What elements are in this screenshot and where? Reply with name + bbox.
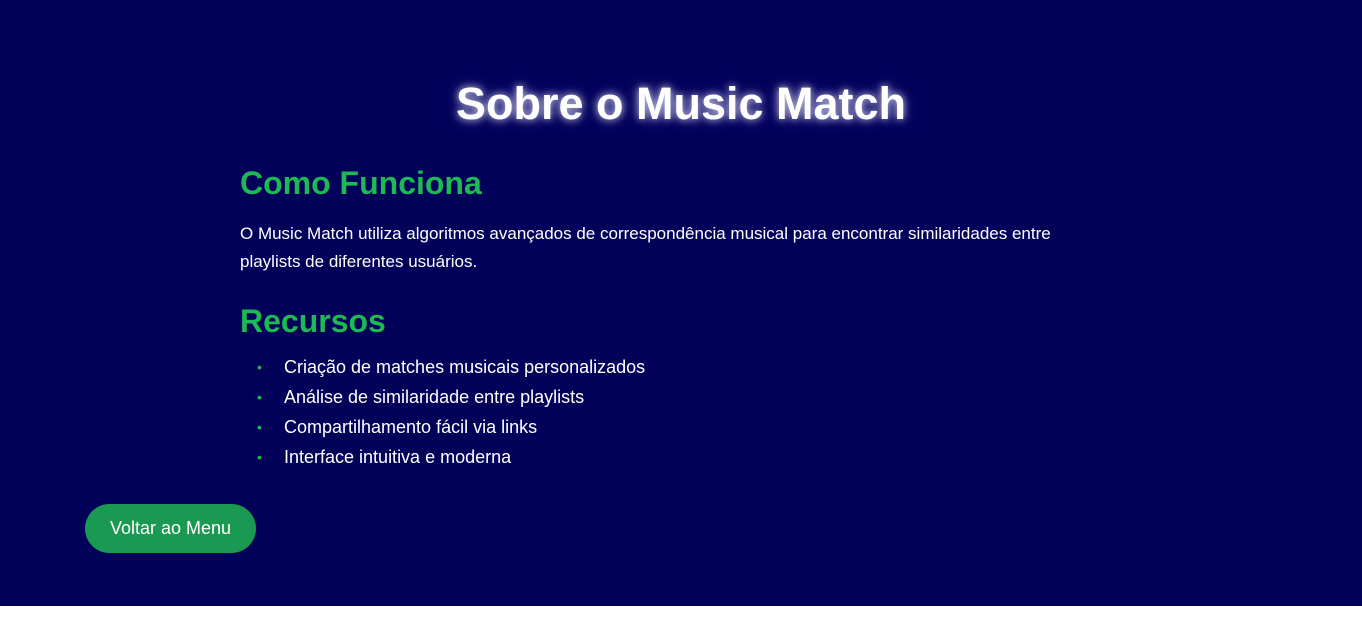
bullet-icon: • (257, 389, 262, 405)
page-title: Sobre o Music Match (455, 78, 907, 129)
feature-label: Análise de similaridade entre playlists (284, 387, 585, 407)
feature-label: Criação de matches musicais personalizad… (284, 357, 646, 377)
feature-item-link-sharing: • Compartilhamento fácil via links (240, 412, 645, 442)
bullet-icon: • (257, 449, 262, 465)
bullet-icon: • (257, 419, 262, 435)
feature-label: Compartilhamento fácil via links (284, 417, 538, 437)
feature-item-personalized-matches: • Criação de matches musicais personaliz… (240, 352, 645, 382)
resources-heading: Recursos (240, 303, 386, 339)
features-list: • Criação de matches musicais personaliz… (240, 352, 645, 472)
feature-item-intuitive-interface: • Interface intuitiva e moderna (240, 442, 645, 472)
about-page: Sobre o Music Match Como Funciona O Musi… (0, 0, 1362, 606)
bullet-icon: • (257, 359, 262, 375)
back-to-menu-button[interactable]: Voltar ao Menu (85, 504, 256, 553)
how-it-works-description: O Music Match utiliza algoritmos avançad… (240, 224, 1051, 271)
feature-label: Interface intuitiva e moderna (284, 447, 512, 467)
feature-item-similarity-analysis: • Análise de similaridade entre playlist… (240, 382, 645, 412)
how-it-works-heading: Como Funciona (240, 165, 482, 201)
